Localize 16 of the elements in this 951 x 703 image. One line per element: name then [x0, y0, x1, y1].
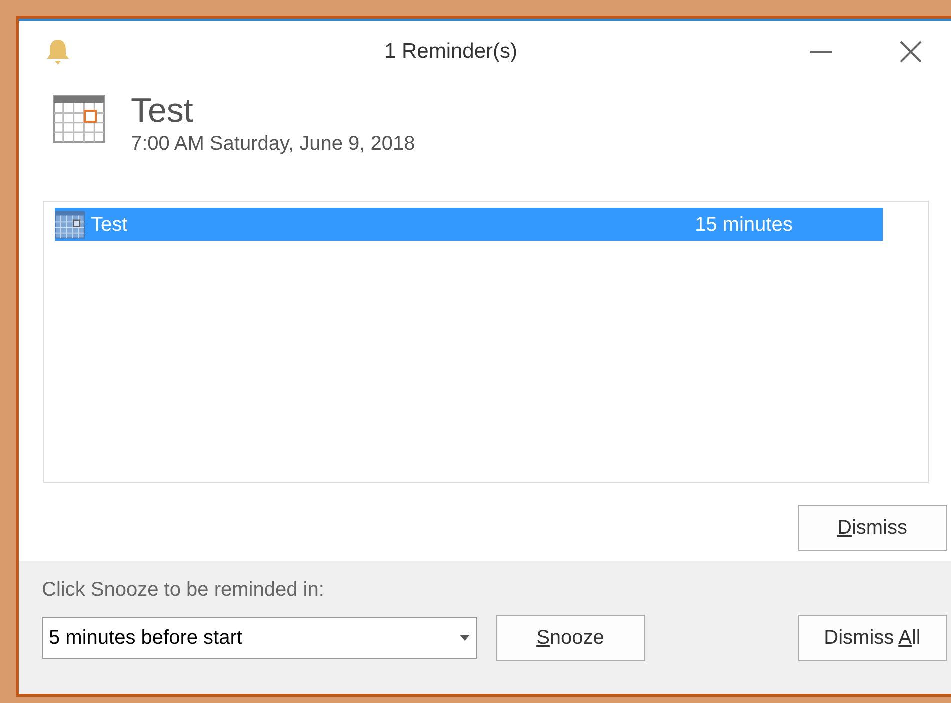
close-icon — [900, 41, 922, 63]
minimize-icon — [810, 51, 832, 53]
snooze-dropdown[interactable]: 5 minutes before start — [42, 617, 477, 659]
reminder-time: 7:00 AM Saturday, June 9, 2018 — [131, 132, 416, 157]
reminder-subject: Test — [131, 91, 194, 131]
calendar-icon — [53, 95, 105, 143]
dropdown-arrow-icon — [460, 635, 470, 641]
bell-icon — [45, 38, 71, 66]
appointment-icon — [55, 210, 85, 238]
dismiss-all-button[interactable]: Dismiss All — [798, 615, 947, 661]
dismiss-button[interactable]: Dismiss — [798, 505, 947, 551]
snooze-button[interactable]: Snooze — [496, 615, 645, 661]
snooze-label: Click Snooze to be reminded in: — [42, 578, 326, 603]
row-subject: Test — [91, 212, 129, 238]
window-title: 1 Reminder(s) — [383, 39, 519, 66]
row-due: 15 minutes — [695, 212, 794, 238]
